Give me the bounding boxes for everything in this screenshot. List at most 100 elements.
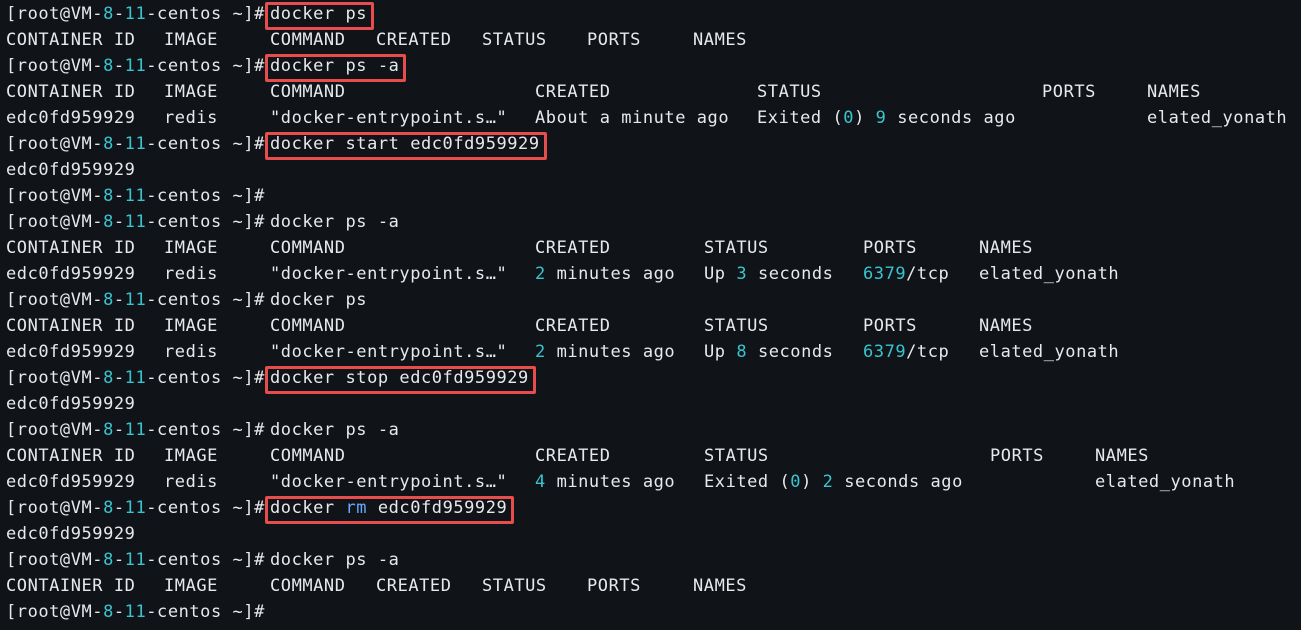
output-cell: CREATED <box>535 446 611 466</box>
output-cell: "docker-entrypoint.s…" <box>270 264 508 284</box>
output-cell: CONTAINER ID <box>6 576 136 596</box>
terminal-window[interactable]: [root@VM-8-11-centos ~]# docker ps CONTAIN… <box>0 0 1301 630</box>
command-segment: docker start edc0fd959929 <box>270 134 540 154</box>
output-cell: NAMES <box>979 238 1033 258</box>
prompt-text: - <box>113 56 125 76</box>
output-segment: seconds <box>747 342 834 362</box>
output-cell: edc0fd959929 <box>6 394 136 414</box>
output-segment: ) <box>801 472 823 492</box>
command-segment: docker ps -a <box>270 212 400 232</box>
output-cell: CREATED <box>376 30 452 50</box>
prompt-number: 8 <box>103 186 114 206</box>
prompt-text: - <box>113 420 125 440</box>
output-cell: NAMES <box>693 576 747 596</box>
prompt-number: 11 <box>124 212 147 232</box>
output-cell: 4 minutes ago <box>535 469 675 495</box>
prompt-text: -centos ~]# <box>146 550 265 570</box>
command-text: docker ps -a <box>270 547 399 573</box>
command-text: docker ps -a <box>270 53 399 79</box>
prompt-text: - <box>113 212 125 232</box>
prompt-text: - <box>113 550 125 570</box>
command-segment: rm <box>345 498 368 518</box>
output-cell: Exited (0) 2 seconds ago <box>704 469 963 495</box>
prompt-text: -centos ~]# <box>146 56 265 76</box>
output-cell: COMMAND <box>270 30 346 50</box>
output-cell: edc0fd959929 <box>6 342 136 362</box>
output-cell: "docker-entrypoint.s…" <box>270 342 508 362</box>
output-cell: IMAGE <box>164 82 218 102</box>
output-cell: CONTAINER ID <box>6 238 136 258</box>
prompt-line: [root@VM-8-11-centos ~]# docker ps -a <box>6 53 399 79</box>
output-cell: IMAGE <box>164 316 218 336</box>
output-cell: COMMAND <box>270 576 346 596</box>
command-text: docker ps -a <box>270 209 399 235</box>
output-cell: CREATED <box>535 316 611 336</box>
output-cell: Up 3 seconds <box>704 261 833 287</box>
output-cell: CREATED <box>535 238 611 258</box>
prompt-text: [root@VM- <box>6 134 104 154</box>
prompt-number: 11 <box>124 420 147 440</box>
prompt-text: [root@VM- <box>6 420 104 440</box>
output-cell: 6379/tcp <box>863 339 949 365</box>
output-cell: STATUS <box>704 238 769 258</box>
prompt-number: 11 <box>124 550 147 570</box>
prompt-number: 8 <box>103 56 114 76</box>
output-cell: CONTAINER ID <box>6 30 136 50</box>
output-cell: edc0fd959929 <box>6 108 136 128</box>
prompt-text: - <box>113 498 125 518</box>
prompt-number: 8 <box>103 4 114 24</box>
output-cell: COMMAND <box>270 238 346 258</box>
prompt-text: -centos ~]# <box>146 212 265 232</box>
command-segment: docker ps <box>270 290 368 310</box>
prompt-number: 8 <box>103 498 114 518</box>
output-cell: redis <box>164 108 218 128</box>
output-cell: IMAGE <box>164 238 218 258</box>
command-segment: docker stop edc0fd959929 <box>270 368 529 388</box>
prompt-number: 11 <box>124 498 147 518</box>
output-segment: minutes ago <box>545 342 676 362</box>
output-cell: STATUS <box>482 30 547 50</box>
output-cell: CREATED <box>376 576 452 596</box>
output-segment: 3 <box>736 264 748 284</box>
output-cell: COMMAND <box>270 316 346 336</box>
prompt-number: 11 <box>124 134 147 154</box>
prompt-line: [root@VM-8-11-centos ~]# docker rm edc0fd… <box>6 495 507 521</box>
prompt-text: -centos ~]# <box>146 498 265 518</box>
output-cell: Up 8 seconds <box>704 339 833 365</box>
output-cell: STATUS <box>757 82 822 102</box>
output-segment: 6379 <box>863 264 907 284</box>
output-segment: 0 <box>843 108 855 128</box>
output-segment: Exited ( <box>757 108 844 128</box>
output-cell: edc0fd959929 <box>6 524 136 544</box>
prompt-text: - <box>113 368 125 388</box>
output-segment: seconds ago <box>886 108 1016 128</box>
output-cell: elated_yonath <box>1147 108 1288 128</box>
prompt-text: [root@VM- <box>6 290 104 310</box>
prompt-text: - <box>113 186 125 206</box>
prompt-number: 11 <box>124 56 147 76</box>
prompt-line: [root@VM-8-11-centos ~]# docker ps <box>6 1 367 27</box>
prompt-number: 11 <box>124 290 147 310</box>
prompt-text: - <box>113 4 125 24</box>
output-cell: redis <box>164 472 218 492</box>
prompt-text: -centos ~]# <box>146 134 265 154</box>
command-text: docker ps <box>270 1 367 27</box>
output-cell: NAMES <box>979 316 1033 336</box>
output-segment: /tcp <box>906 264 950 284</box>
output-segment: 2 <box>535 264 546 284</box>
prompt-text: -centos ~]# <box>146 186 265 206</box>
prompt-text: -centos ~]# <box>146 4 265 24</box>
output-cell: PORTS <box>587 576 641 596</box>
prompt-number: 11 <box>124 368 147 388</box>
output-cell: elated_yonath <box>979 342 1120 362</box>
command-segment: docker ps -a <box>270 56 400 76</box>
output-cell: About a minute ago <box>535 108 730 128</box>
output-segment: 2 <box>535 342 546 362</box>
prompt-number: 8 <box>103 420 114 440</box>
prompt-line: [root@VM-8-11-centos ~]# docker ps <box>6 287 367 313</box>
prompt-text: -centos ~]# <box>146 368 265 388</box>
command-segment: edc0fd959929 <box>367 498 508 518</box>
output-cell: COMMAND <box>270 446 346 466</box>
output-segment: 9 <box>875 108 887 128</box>
output-segment: 8 <box>736 342 748 362</box>
